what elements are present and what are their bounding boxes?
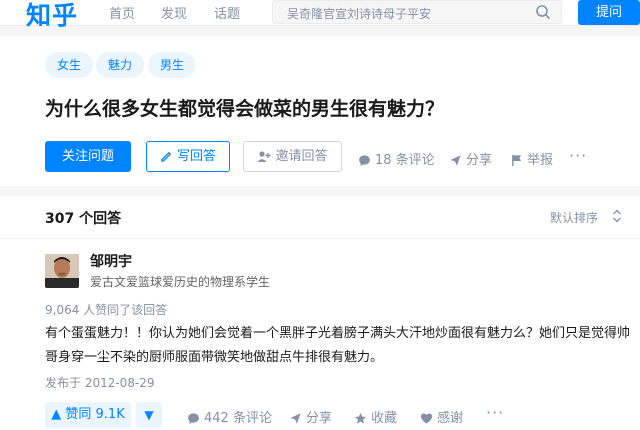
top-nav-bar: 知乎 首页 发现 话题 吴奇隆官宣刘诗诗母子平安 提问 <box>0 0 640 30</box>
question-share-label: 分享 <box>466 153 493 168</box>
topic-tag[interactable]: 魅力 <box>96 52 145 78</box>
answer-count: 307 个回答 <box>45 211 122 227</box>
downvote-button[interactable]: ▼ <box>136 402 162 428</box>
answer-share-button[interactable]: 分享 <box>289 407 332 426</box>
sort-chevron-icon[interactable] <box>612 209 622 223</box>
nav-discover[interactable]: 发现 <box>161 3 187 22</box>
thanks-label: 感谢 <box>437 411 464 426</box>
question-report-button[interactable]: 举报 <box>511 149 553 168</box>
follow-question-label: 关注问题 <box>61 149 114 164</box>
answer-share-label: 分享 <box>306 411 333 426</box>
question-share-button[interactable]: 分享 <box>449 149 492 168</box>
ask-question-button[interactable]: 提问 <box>578 0 640 25</box>
answer-more-button[interactable]: ··· <box>486 403 504 422</box>
thanks-button[interactable]: 感谢 <box>420 407 463 426</box>
vote-count-text: 9,064 人赞同了该回答 <box>45 303 168 317</box>
question-report-label: 举报 <box>527 153 554 168</box>
nav-home[interactable]: 首页 <box>109 3 135 22</box>
zhihu-logo[interactable]: 知乎 <box>26 0 78 32</box>
invite-answer-button[interactable]: 邀请回答 <box>243 141 342 172</box>
question-header: 女生 魅力 男生 为什么很多女生都觉得会做菜的男生很有魅力？ 关注问题 写回答 … <box>0 36 640 186</box>
add-user-icon <box>257 151 271 162</box>
invite-answer-label: 邀请回答 <box>275 149 328 164</box>
follow-question-button[interactable]: 关注问题 <box>45 141 131 172</box>
question-comments-label: 18 条评论 <box>375 153 435 168</box>
share-icon <box>450 155 461 166</box>
answer-comments-button[interactable]: 442 条评论 <box>187 407 272 426</box>
topic-tag[interactable]: 女生 <box>45 52 94 78</box>
favorite-label: 收藏 <box>371 411 398 426</box>
comment-icon <box>359 155 370 166</box>
upvote-button[interactable]: ▲ 赞同 9.1K <box>45 402 131 428</box>
nav-topics[interactable]: 话题 <box>214 3 240 22</box>
search-placeholder: 吴奇隆官宣刘诗诗母子平安 <box>287 7 432 21</box>
question-comments-button[interactable]: 18 条评论 <box>358 149 435 168</box>
author-bio: 爱古文爱篮球爱历史的物理系学生 <box>90 275 271 289</box>
search-input[interactable]: 吴奇隆官宣刘诗诗母子平安 <box>272 0 562 24</box>
favorite-button[interactable]: 收藏 <box>354 407 397 426</box>
star-icon <box>354 412 367 424</box>
heart-icon <box>420 413 433 424</box>
topic-tag[interactable]: 男生 <box>148 52 197 78</box>
search-icon[interactable] <box>535 4 551 20</box>
share-icon <box>290 413 301 424</box>
question-more-button[interactable]: ··· <box>569 146 587 165</box>
flag-icon <box>512 154 522 167</box>
answer-content: 有个蛋蛋魅力！！你认为她们会觉着一个黑胖子光着膀子满头大汗地炒面很有魅力么？她们… <box>45 326 631 365</box>
answer-list: 307 个回答 默认排序 邹明宇 爱古文爱篮球爱历史的物理系学生 9,064 人… <box>0 196 640 430</box>
author-avatar[interactable] <box>45 254 79 288</box>
publish-date: 发布于 2012-08-29 <box>45 376 155 390</box>
write-answer-button[interactable]: 写回答 <box>146 141 230 172</box>
author-name[interactable]: 邹明宇 <box>90 251 132 271</box>
answer-comments-label: 442 条评论 <box>204 411 272 426</box>
question-title: 为什么很多女生都觉得会做菜的男生很有魅力？ <box>45 98 445 120</box>
sort-dropdown[interactable]: 默认排序 <box>550 209 598 226</box>
avatar-image <box>45 254 79 288</box>
comment-icon <box>188 413 199 424</box>
pencil-icon <box>161 151 172 162</box>
write-answer-label: 写回答 <box>176 149 216 164</box>
divider <box>0 238 640 239</box>
